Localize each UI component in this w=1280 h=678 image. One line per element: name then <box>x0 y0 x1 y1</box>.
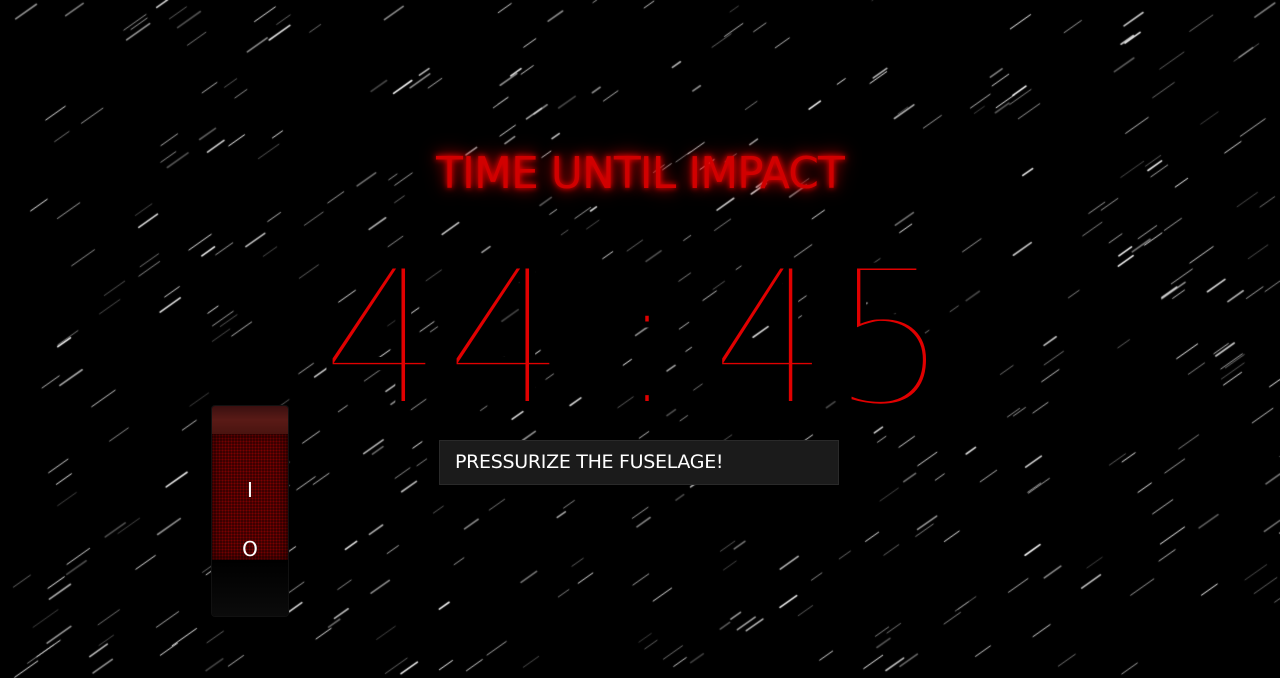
command-prompt: PRESSURIZE THE FUSELAGE! <box>439 440 839 485</box>
timer-separator: : <box>615 236 679 426</box>
game-screen: TIME UNTIL IMPACT 44 : 45 I O PRESSURIZE… <box>0 0 1280 678</box>
switch-off-label: O <box>242 537 258 561</box>
power-toggle-switch[interactable]: I O <box>212 406 288 616</box>
switch-base <box>212 560 288 616</box>
switch-cap <box>212 406 288 434</box>
switch-on-label: I <box>247 478 253 502</box>
page-title: TIME UNTIL IMPACT <box>436 148 845 199</box>
command-text: PRESSURIZE THE FUSELAGE! <box>455 451 724 473</box>
switch-face[interactable]: I O <box>212 434 288 561</box>
countdown-display: 44 : 45 <box>320 236 953 426</box>
timer-seconds: 45 <box>710 236 950 426</box>
countdown-timer: 44 : 45 <box>320 236 960 426</box>
timer-minutes: 44 <box>320 236 568 426</box>
